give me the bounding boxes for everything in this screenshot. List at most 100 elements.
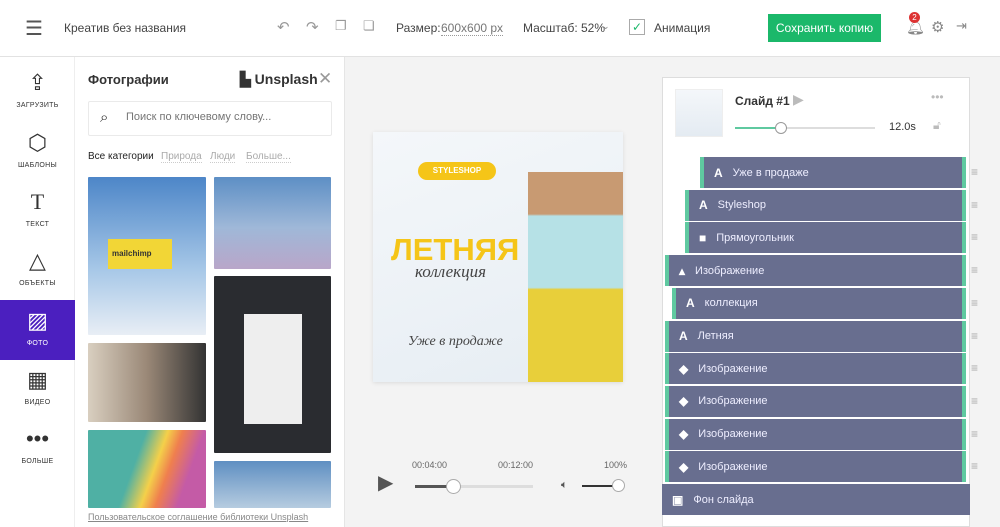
rail-item-more[interactable]: ••• БОЛЬШЕ bbox=[0, 418, 75, 478]
search-field[interactable]: ⌕ bbox=[88, 101, 332, 136]
rail-item-video[interactable]: ▦ ВИДЕО bbox=[0, 359, 75, 419]
drag-handle-icon[interactable]: ≡ bbox=[971, 165, 978, 179]
play-icon[interactable]: ▶ bbox=[378, 470, 393, 495]
save-copy-button[interactable]: Сохранить копию bbox=[768, 14, 881, 42]
search-icon: ⌕ bbox=[100, 109, 109, 126]
category-all[interactable]: Все категории bbox=[88, 151, 154, 162]
search-input[interactable] bbox=[126, 111, 326, 123]
lock-icon[interactable]: 🔓︎ bbox=[933, 118, 941, 133]
layer-label: Изображение bbox=[698, 395, 768, 408]
drag-handle-icon[interactable]: ≡ bbox=[971, 361, 978, 375]
rail-item-templates[interactable]: ⬡ ШАБЛОНЫ bbox=[0, 122, 75, 182]
timeline-slider[interactable] bbox=[415, 479, 533, 494]
layer-row[interactable]: A Styleshop bbox=[685, 189, 966, 221]
layer-label: Прямоугольник bbox=[716, 231, 794, 244]
panel-title: Фотографии bbox=[88, 72, 169, 87]
drag-handle-icon[interactable]: ≡ bbox=[971, 230, 978, 244]
layer-label: Изображение bbox=[698, 428, 768, 441]
rail-item-photo[interactable]: ▨ ФОТО bbox=[0, 300, 75, 360]
paste-icon[interactable]: ❏ bbox=[363, 18, 375, 34]
drag-handle-icon[interactable]: ≡ bbox=[971, 198, 978, 212]
layer-type-icon: A bbox=[686, 296, 695, 311]
layer-type-icon: ◆ bbox=[679, 459, 689, 474]
volume-icon[interactable]: 🔈︎ bbox=[561, 479, 568, 492]
layer-type-icon: ▣ bbox=[672, 492, 684, 507]
photo-people[interactable] bbox=[88, 343, 206, 422]
undo-icon[interactable]: ↶ bbox=[277, 18, 290, 36]
current-time: 00:04:00 bbox=[412, 460, 448, 470]
layer-row[interactable]: ■ Прямоугольник bbox=[685, 222, 966, 254]
rail-item-upload[interactable]: ⇪ ЗАГРУЗИТЬ bbox=[0, 62, 75, 122]
animation-checkbox[interactable]: ✓ bbox=[629, 19, 645, 35]
drag-handle-icon[interactable]: ≡ bbox=[971, 296, 978, 310]
unsplash-logo[interactable]: ▙ Unsplash bbox=[240, 71, 318, 88]
layer-label: Летняя bbox=[697, 330, 734, 342]
document-title[interactable]: Креатив без названия bbox=[64, 21, 186, 35]
layer-row[interactable]: ◆ Изображение bbox=[665, 451, 966, 483]
canvas-badge[interactable]: STYLESHOP bbox=[418, 162, 496, 180]
copy-icon[interactable]: ❐ bbox=[335, 18, 347, 34]
layer-row[interactable]: ◆ Изображение bbox=[665, 418, 966, 450]
chevron-down-icon: ⌄ bbox=[602, 21, 610, 31]
tool-rail: ⇪ ЗАГРУЗИТЬ ⬡ ШАБЛОНЫ T ТЕКСТ △ ОБЪЕКТЫ ▨ ФОТ… bbox=[0, 57, 75, 527]
photo-mailchimp-sign[interactable]: mailchimp bbox=[88, 177, 206, 335]
layer-label: Styleshop bbox=[717, 199, 766, 212]
gear-icon[interactable]: ⚙ bbox=[931, 18, 944, 36]
category-nature[interactable]: Природа bbox=[161, 151, 202, 163]
total-time: 00:12:00 bbox=[498, 460, 534, 470]
canvas-preview[interactable]: STYLESHOP ЛЕТНЯЯ коллекция Уже в продаже bbox=[373, 132, 623, 382]
slide-title: Слайд #1 bbox=[735, 94, 790, 108]
layer-label: Фон слайда bbox=[693, 493, 754, 506]
photo-sky[interactable] bbox=[214, 461, 331, 508]
more-options-icon[interactable]: ••• bbox=[931, 90, 944, 104]
layer-row[interactable]: A Уже в продаже bbox=[700, 157, 966, 188]
layer-row[interactable]: Aколлекция bbox=[672, 287, 966, 319]
size-label: Размер: bbox=[396, 21, 441, 35]
rail-item-objects[interactable]: △ ОБЪЕКТЫ bbox=[0, 240, 75, 300]
notification-badge: 2 bbox=[909, 12, 920, 23]
animation-label: Анимация bbox=[654, 21, 711, 35]
text-icon: T bbox=[30, 189, 45, 214]
brand-name: Unsplash bbox=[254, 71, 318, 87]
model-photo[interactable] bbox=[528, 172, 623, 382]
drag-handle-icon[interactable]: ≡ bbox=[971, 394, 978, 408]
photo-rainbow[interactable] bbox=[88, 430, 206, 508]
category-people[interactable]: Люди bbox=[210, 151, 236, 163]
slide-play-icon[interactable]: ▶ bbox=[793, 91, 804, 108]
menu-icon[interactable]: ☰ bbox=[25, 16, 43, 41]
canvas-sub[interactable]: коллекция bbox=[415, 262, 486, 282]
category-more[interactable]: Больше... bbox=[246, 151, 291, 163]
unsplash-terms-link[interactable]: Пользовательское соглашение библиотеки U… bbox=[88, 512, 308, 522]
drag-handle-icon[interactable]: ≡ bbox=[971, 329, 978, 343]
layer-row[interactable]: ▴ Изображение bbox=[665, 255, 966, 287]
layer-row[interactable]: A Летняя bbox=[665, 320, 966, 352]
layer-type-icon: A bbox=[679, 329, 688, 343]
upload-icon: ⇪ bbox=[28, 70, 47, 95]
volume-slider[interactable] bbox=[582, 479, 625, 492]
layer-type-icon: ◆ bbox=[679, 361, 689, 376]
zoom-select[interactable]: Масштаб: 52% bbox=[523, 21, 605, 35]
canvas-tagline[interactable]: Уже в продаже bbox=[408, 334, 503, 350]
poster-graphic bbox=[244, 314, 302, 424]
slide-thumbnail[interactable] bbox=[675, 89, 723, 137]
layer-type-icon: A bbox=[699, 198, 708, 213]
logout-icon[interactable]: ⇥ bbox=[956, 18, 967, 34]
layer-row[interactable]: ▣ Фон слайда bbox=[662, 484, 970, 515]
layer-type-icon: ◆ bbox=[679, 394, 689, 409]
duration-slider[interactable] bbox=[735, 122, 875, 134]
layer-label: Изображение bbox=[698, 460, 768, 473]
rail-item-text[interactable]: T ТЕКСТ bbox=[0, 181, 75, 241]
redo-icon[interactable]: ↷ bbox=[306, 18, 319, 36]
top-bar: ☰ Креатив без названия ↶ ↷ ❐ ❏ Размер: 6… bbox=[0, 0, 1000, 57]
size-value[interactable]: 600x600 px bbox=[441, 21, 504, 36]
drag-handle-icon[interactable]: ≡ bbox=[971, 263, 978, 277]
photo-building[interactable] bbox=[214, 177, 331, 269]
layer-row[interactable]: ◆ Изображение bbox=[665, 353, 966, 385]
slide-duration: 12.0s bbox=[889, 121, 916, 133]
drag-handle-icon[interactable]: ≡ bbox=[971, 427, 978, 441]
photo-climate-protest[interactable] bbox=[214, 276, 331, 453]
volume-value: 100% bbox=[604, 460, 628, 470]
layer-row[interactable]: ◆ Изображение bbox=[665, 385, 966, 417]
close-icon[interactable]: ✕ bbox=[318, 69, 332, 89]
drag-handle-icon[interactable]: ≡ bbox=[971, 459, 978, 473]
